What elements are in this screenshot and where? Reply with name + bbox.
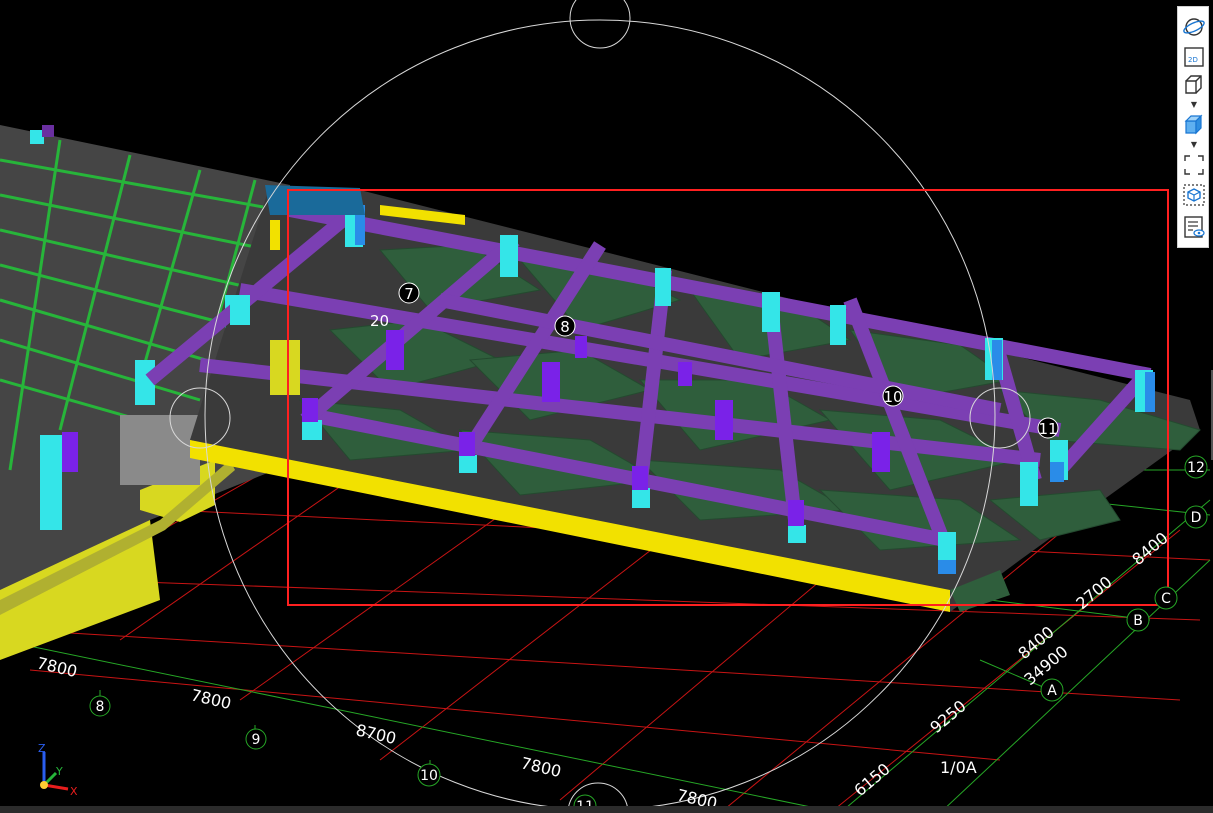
cube-shaded-icon bbox=[1184, 114, 1203, 135]
fit-frame-icon bbox=[1184, 155, 1204, 175]
box-select-icon bbox=[1183, 184, 1205, 206]
dim-bottom-1: 7800 bbox=[35, 653, 79, 681]
view-toolbar: 2D ▼ ▼ bbox=[1177, 6, 1209, 248]
axis-bubble-B: B bbox=[1133, 613, 1143, 629]
model-axis-10: 10 bbox=[883, 388, 902, 406]
view-3d-shaded-button[interactable] bbox=[1182, 113, 1206, 137]
axis-x-label: X bbox=[70, 785, 78, 798]
axis-bubble-C: C bbox=[1161, 591, 1171, 607]
orbit-icon bbox=[1183, 18, 1205, 36]
cube-wireframe-icon bbox=[1185, 75, 1202, 94]
view-3d-wireframe-button[interactable] bbox=[1182, 73, 1206, 97]
axis-y-label: Y bbox=[55, 765, 63, 778]
fit-view-button[interactable] bbox=[1182, 153, 1206, 177]
orbit-button[interactable] bbox=[1182, 15, 1206, 39]
dim-bottom-3: 8700 bbox=[354, 720, 398, 748]
axis-bubble-8: 8 bbox=[96, 699, 105, 715]
dim-right-5: 9250 bbox=[926, 696, 969, 737]
axis-bubble-12: 12 bbox=[1187, 460, 1205, 476]
axis-bubble-A: A bbox=[1047, 683, 1057, 699]
status-strip bbox=[0, 806, 1213, 813]
model-axis-11: 11 bbox=[1038, 420, 1057, 438]
view-2d-button[interactable]: 2D bbox=[1182, 45, 1206, 69]
view-2d-label: 2D bbox=[1188, 56, 1198, 64]
dim-right-2: 2700 bbox=[1072, 572, 1115, 613]
dim-right-1: 8400 bbox=[1128, 528, 1171, 569]
selection-box-button[interactable] bbox=[1182, 183, 1206, 207]
layer-visibility-button[interactable] bbox=[1182, 215, 1206, 239]
view-2d-icon: 2D bbox=[1184, 47, 1204, 67]
axis-bubble-D: D bbox=[1191, 510, 1202, 526]
dim-bottom-4: 7800 bbox=[519, 753, 563, 781]
3d-model-viewport[interactable]: 7 8 10 11 20 7800 7800 8700 7800 7800 8 … bbox=[0, 0, 1213, 813]
axis-bubble-10: 10 bbox=[420, 768, 438, 784]
view-3d-shaded-caret[interactable]: ▼ bbox=[1189, 141, 1199, 149]
layer-list-icon bbox=[1184, 216, 1205, 238]
dim-right-6: 6150 bbox=[850, 759, 893, 800]
model-axis-7: 7 bbox=[404, 285, 414, 303]
view-3d-wireframe-caret[interactable]: ▼ bbox=[1189, 101, 1199, 109]
dim-bottom-2: 7800 bbox=[189, 685, 233, 713]
axis-bubble-9: 9 bbox=[252, 732, 261, 748]
model-axis-8: 8 bbox=[560, 318, 570, 336]
coordinate-axes-triad: Z Y X bbox=[38, 742, 78, 798]
axis-label-1-0A: 1/0A bbox=[940, 758, 977, 777]
model-axis-20: 20 bbox=[370, 312, 389, 330]
model-scene[interactable]: 7 8 10 11 20 7800 7800 8700 7800 7800 8 … bbox=[0, 0, 1213, 813]
axis-z-label: Z bbox=[38, 742, 46, 755]
